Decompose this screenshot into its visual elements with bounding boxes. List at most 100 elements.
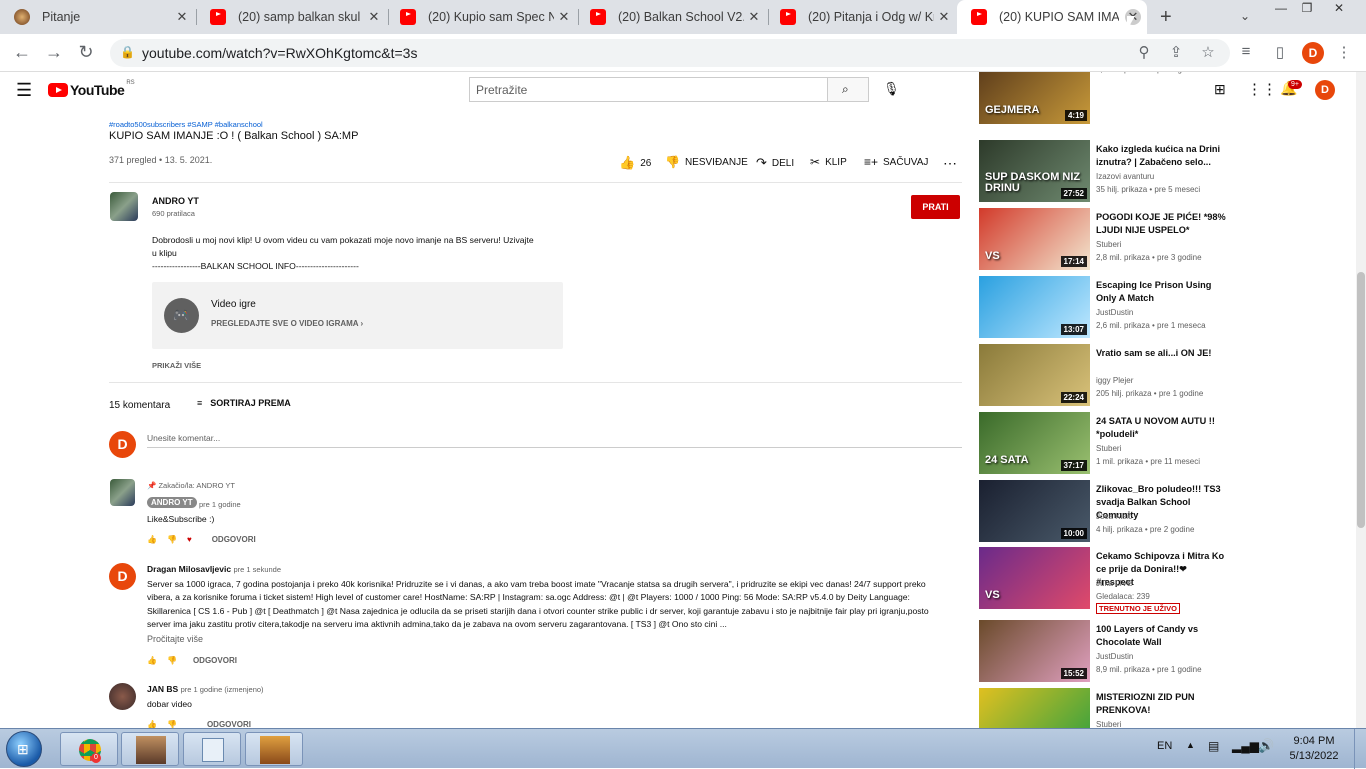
video-channel[interactable]: Juka LIVE (1096, 579, 1132, 588)
dislike-button[interactable]: 👎 NESVIĐANJE (665, 155, 748, 169)
channel-avatar[interactable] (110, 192, 138, 221)
video-thumbnail[interactable]: 10:00 (979, 480, 1090, 542)
reload-button[interactable]: ↻ (74, 42, 98, 63)
reply-button[interactable]: ODGOVORI (193, 656, 237, 665)
recommended-video[interactable]: 13:07 Escaping Ice Prison Using Only A Ma… (979, 276, 1239, 340)
video-channel[interactable]: Joca Kisic (1096, 512, 1132, 521)
comment-author-badge[interactable]: ANDRO YT (147, 497, 197, 508)
close-tab-icon[interactable]: ✕ (174, 9, 190, 25)
side-panel-icon[interactable]: ▯ (1270, 43, 1290, 61)
restore-button[interactable]: ❐ (1296, 2, 1318, 16)
video-hashtags[interactable]: #roadto500subscribers #SAMP #balkanschoo… (109, 120, 263, 129)
video-thumbnail[interactable]: GEJMERA 4:19 (979, 72, 1090, 124)
recommended-video[interactable]: 10:00 Zlikovac_Bro poludeo!!! TS3 svadja … (979, 480, 1239, 544)
video-channel[interactable]: Stuberi (1096, 240, 1121, 249)
browser-tab-2[interactable]: (20) samp balkan skul ip ✕ (196, 0, 388, 34)
video-channel[interactable]: Stuberi (1096, 720, 1121, 728)
search-input[interactable]: Pretražite (469, 77, 828, 102)
new-tab-button[interactable]: + (1160, 6, 1172, 29)
browser-tab-active[interactable]: (20) KUPIO SAM IMAN ✕ (957, 0, 1147, 34)
clock[interactable]: 9:04 PM 5/13/2022 (1284, 734, 1344, 764)
reading-list-icon[interactable]: ≡ (1236, 43, 1256, 60)
more-actions-icon[interactable]: ⋯ (943, 155, 957, 172)
share-icon[interactable]: ⇪ (1166, 43, 1186, 61)
taskbar-app-2[interactable] (121, 732, 179, 766)
thumbs-up-icon[interactable]: 👍 (147, 720, 157, 728)
comment-time[interactable]: pre 1 sekunde (233, 565, 281, 574)
microphone-icon[interactable]: 🎙 (883, 81, 900, 97)
yt-account-avatar[interactable]: D (1315, 80, 1335, 100)
forward-button[interactable]: → (42, 42, 66, 63)
subscribe-button[interactable]: PRATI (911, 195, 960, 219)
browser-tab-4[interactable]: (20) Balkan School V2.5 ✕ (576, 0, 768, 34)
recommended-video[interactable]: VS Cekamo Schipovza i Mitra Ko ce prije d… (979, 547, 1239, 614)
reply-button[interactable]: ODGOVORI (212, 535, 256, 544)
save-button[interactable]: ≡+ SAČUVAJ (864, 155, 928, 169)
thumbs-down-icon[interactable]: 👎 (167, 656, 177, 665)
show-desktop-button[interactable] (1354, 729, 1366, 769)
video-channel[interactable]: iggy Plejer (1096, 376, 1133, 385)
network-signal-icon[interactable]: ▂▄▆ (1232, 739, 1259, 753)
profile-avatar[interactable]: D (1302, 42, 1324, 64)
language-indicator[interactable]: EN (1157, 740, 1172, 752)
add-comment-input[interactable]: Unesite komentar... (147, 433, 962, 448)
comment-author[interactable]: Dragan Milosavljevic (147, 564, 231, 574)
sort-comments-button[interactable]: ≡ SORTIRAJ PREMA (197, 398, 291, 408)
video-thumbnail[interactable]: 24 SATA 37:17 (979, 412, 1090, 474)
card-link[interactable]: PREGLEDAJTE SVE O VIDEO IGRAMA › (211, 319, 363, 328)
show-more-button[interactable]: PRIKAŽI VIŠE (152, 361, 201, 370)
channel-name[interactable]: ANDRO YT (152, 196, 199, 206)
video-channel[interactable]: Izazovi avanturu (1096, 172, 1154, 181)
thumbs-up-icon[interactable]: 👍 (147, 656, 157, 665)
like-button[interactable]: 👍 26 (619, 155, 651, 171)
youtube-logo[interactable]: YouTube RS (48, 80, 135, 98)
thumbs-up-icon[interactable]: 👍 (147, 535, 157, 544)
recommended-video[interactable]: 15:52 100 Layers of Candy vs Chocolate Wa… (979, 620, 1239, 684)
browser-tab-1[interactable]: Pitanje ✕ (0, 0, 196, 34)
recommended-video[interactable]: GEJMERA4:19 2,4 mil. prikaza • pre 1 godi… (979, 72, 1239, 126)
video-thumbnail[interactable] (979, 688, 1090, 728)
back-button[interactable]: ← (10, 42, 34, 63)
taskbar-notepad[interactable] (183, 732, 241, 766)
apps-grid-icon[interactable]: ⋮⋮ (1247, 80, 1277, 98)
volume-icon[interactable]: 🔊 (1258, 738, 1274, 754)
search-button[interactable]: ⌕ (827, 77, 869, 102)
clip-button[interactable]: ✂ KLIP (810, 155, 847, 169)
menu-dots-icon[interactable]: ⋮ (1334, 43, 1354, 61)
close-window-button[interactable]: ✕ (1328, 2, 1350, 16)
comment-avatar[interactable]: D (109, 563, 136, 590)
recommended-video[interactable]: VS 17:14 POGODI KOJE JE PIĆE! *98% LJUDI N… (979, 208, 1239, 272)
video-channel[interactable]: JustDustin (1096, 652, 1133, 661)
browser-tab-3[interactable]: (20) Kupio sam Spec Ni ✕ (386, 0, 578, 34)
comment-author[interactable]: JAN BS (147, 684, 178, 694)
thumbs-down-icon[interactable]: 👎 (167, 535, 177, 544)
thumbs-down-icon[interactable]: 👎 (167, 720, 177, 728)
video-title[interactable]: 100 Layers of Candy vs Chocolate Wall (1096, 623, 1226, 649)
close-tab-icon[interactable]: ✕ (936, 9, 952, 25)
video-thumbnail[interactable]: SUP DASKOM NIZ DRINU 27:52 (979, 140, 1090, 202)
video-title[interactable]: POGODI KOJE JE PIĆE! *98% LJUDI NIJE USP… (1096, 211, 1226, 237)
video-title[interactable]: Vratio sam se ali...i ON JE! (1096, 347, 1226, 360)
video-thumbnail[interactable]: 15:52 (979, 620, 1090, 682)
minimize-button[interactable]: — (1270, 2, 1292, 16)
show-hidden-icons[interactable]: ▲ (1186, 740, 1195, 750)
comment-time[interactable]: pre 1 godine (izmenjeno) (181, 685, 264, 694)
video-thumbnail[interactable]: 13:07 (979, 276, 1090, 338)
taskbar-gta-sa[interactable] (245, 732, 303, 766)
recommended-video[interactable]: 22:24 Vratio sam se ali...i ON JE! iggy Pl… (979, 344, 1239, 408)
close-tab-icon[interactable]: ✕ (746, 9, 762, 25)
start-button[interactable]: ⊞ (6, 731, 42, 767)
bookmark-star-icon[interactable]: ☆ (1198, 43, 1218, 61)
recommended-video[interactable]: MISTERIOZNI ZID PUN PRENKOVA! Stuberi (979, 688, 1239, 728)
hamburger-menu-icon[interactable]: ☰ (16, 80, 32, 101)
share-button[interactable]: ↷ DELI (756, 155, 794, 171)
video-channel[interactable]: JustDustin (1096, 308, 1133, 317)
video-title[interactable]: Kako izgleda kućica na Drini iznutra? | … (1096, 143, 1226, 169)
recommended-video[interactable]: 24 SATA 37:17 24 SATA U NOVOM AUTU !! *pol… (979, 412, 1239, 476)
close-tab-icon[interactable]: ✕ (556, 9, 572, 25)
video-title[interactable]: MISTERIOZNI ZID PUN PRENKOVA! (1096, 691, 1226, 717)
video-channel[interactable]: Stuberi (1096, 444, 1121, 453)
comment-avatar[interactable] (109, 683, 136, 710)
tray-device-icon[interactable]: ▤ (1208, 739, 1219, 753)
video-title[interactable]: Escaping Ice Prison Using Only A Match (1096, 279, 1226, 305)
